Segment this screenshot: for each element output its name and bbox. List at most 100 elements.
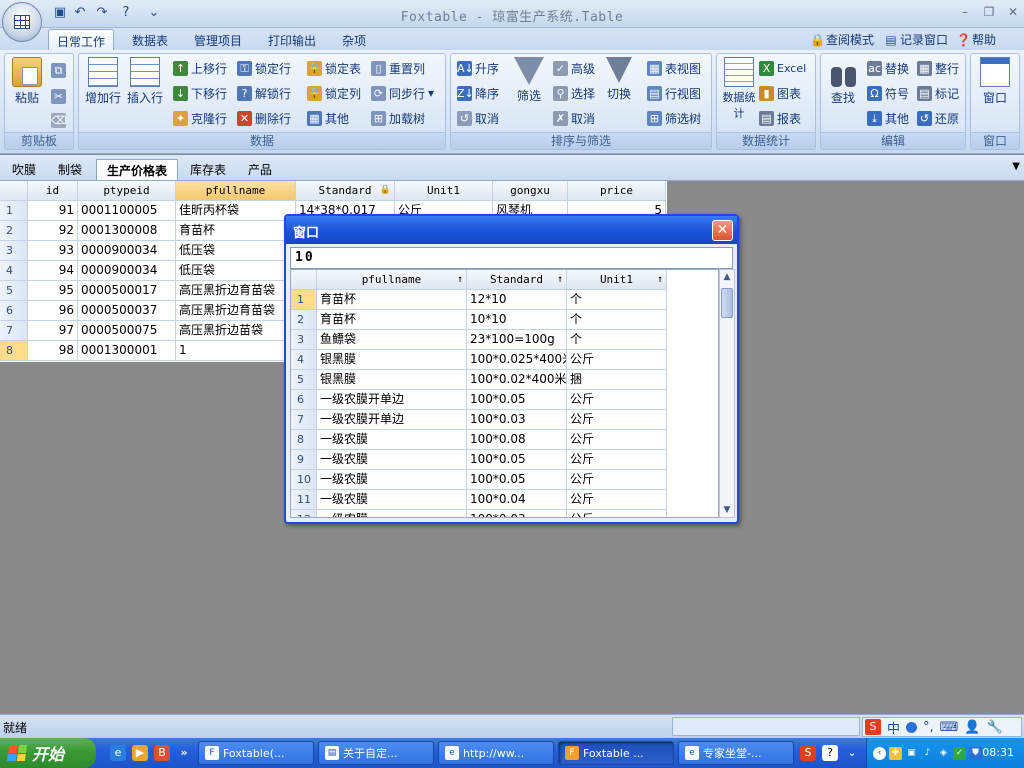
toggle-filter-button[interactable]: 切换	[601, 57, 637, 102]
popup-row-header[interactable]: 10	[291, 470, 317, 490]
other-data-button[interactable]: ▦ 其他	[307, 108, 349, 128]
popup-table-cell[interactable]: 育苗杯	[317, 310, 467, 330]
popup-table-cell[interactable]: 一级农膜	[317, 470, 467, 490]
security-shield-icon[interactable]: ⛊	[969, 746, 982, 760]
table-cell[interactable]: 0000500075	[78, 321, 176, 341]
column-header-price[interactable]: price	[568, 181, 666, 201]
chart-button[interactable]: ▮ 图表	[759, 83, 801, 103]
help-tray-icon[interactable]: ?	[822, 745, 838, 761]
paste-button[interactable]: 粘贴	[9, 57, 45, 106]
popup-search-input[interactable]: 10	[290, 247, 733, 269]
tidy-row-button[interactable]: ▦ 整行	[917, 58, 959, 78]
row-header[interactable]: 6	[0, 301, 28, 321]
select-filter-button[interactable]: ⚲ 选择	[553, 83, 595, 103]
keyboard-icon[interactable]: ⌨	[940, 720, 959, 735]
app-orb-button[interactable]	[2, 2, 42, 42]
popup-row-header[interactable]: 8	[291, 430, 317, 450]
row-header[interactable]: 5	[0, 281, 28, 301]
scroll-down-icon[interactable]: ▼	[720, 503, 734, 517]
row-header[interactable]: 3	[0, 241, 28, 261]
popup-table-cell[interactable]: 100*0.05	[467, 470, 567, 490]
filter-cancel-button[interactable]: ✗ 取消	[553, 108, 595, 128]
mark-button[interactable]: ▤ 标记	[917, 83, 959, 103]
popup-close-button[interactable]: ✕	[712, 220, 733, 241]
tab-data-table[interactable]: 数据表	[124, 29, 176, 50]
popup-row-header[interactable]: 11	[291, 490, 317, 510]
sort-desc-button[interactable]: Z↓ 降序	[457, 83, 499, 103]
filter-tree-button[interactable]: ⊞ 筛选树	[647, 108, 701, 128]
column-header-standard[interactable]: Standard 🔒	[296, 181, 395, 201]
table-cell[interactable]: 1	[176, 341, 296, 361]
restore-button[interactable]: ↺ 还原	[917, 108, 959, 128]
table-tab-bag-making[interactable]: 制袋	[48, 159, 92, 180]
table-cell[interactable]: 97	[28, 321, 78, 341]
symbol-button[interactable]: Ω 符号	[867, 83, 909, 103]
sogou-ime-icon[interactable]: S	[865, 719, 881, 735]
fullwidth-icon[interactable]	[906, 721, 918, 733]
lock-table-button[interactable]: 🔒 锁定表	[307, 58, 361, 78]
popup-table-cell[interactable]: 23*100=100g	[467, 330, 567, 350]
popup-grid-corner[interactable]	[291, 270, 317, 290]
table-cell[interactable]: 98	[28, 341, 78, 361]
popup-row-header[interactable]: 12	[291, 510, 317, 517]
task-foxtable-1[interactable]: F Foxtable(...	[198, 741, 314, 765]
popup-row-header[interactable]: 1	[291, 290, 317, 310]
move-down-button[interactable]: ↓ 下移行	[173, 83, 227, 103]
popup-table-cell[interactable]: 100*0.04	[467, 490, 567, 510]
task-http-browser[interactable]: e http://ww...	[438, 741, 554, 765]
popup-table-cell[interactable]: 个	[567, 330, 667, 350]
table-tab-blown-film[interactable]: 吹膜	[2, 159, 46, 180]
popup-table-cell[interactable]: 捆	[567, 370, 667, 390]
tab-print-output[interactable]: 打印输出	[260, 29, 324, 50]
user-icon[interactable]: 👤	[964, 720, 980, 735]
popup-table-cell[interactable]: 10*10	[467, 310, 567, 330]
popup-table-cell[interactable]: 个	[567, 310, 667, 330]
volume-icon[interactable]: ♪	[921, 747, 934, 760]
popup-table-cell[interactable]: 公斤	[567, 390, 667, 410]
tabs-dropdown-icon[interactable]: ▼	[1012, 161, 1020, 172]
table-cell[interactable]: 低压袋	[176, 261, 296, 281]
lock-column-button[interactable]: 🔒 锁定列	[307, 83, 361, 103]
cut-button[interactable]: ✂	[51, 86, 66, 106]
table-cell[interactable]: 93	[28, 241, 78, 261]
table-cell[interactable]: 0000500037	[78, 301, 176, 321]
table-view-button[interactable]: ▦ 表视图	[647, 58, 701, 78]
data-stats-button[interactable]: 数据统计	[719, 57, 759, 121]
popup-table-cell[interactable]: 100*0.05	[467, 450, 567, 470]
table-cell[interactable]: 94	[28, 261, 78, 281]
excel-button[interactable]: X Excel	[759, 58, 806, 78]
tray-dropdown-icon[interactable]: ⌄	[844, 745, 860, 761]
popup-row-header[interactable]: 2	[291, 310, 317, 330]
row-header[interactable]: 1	[0, 201, 28, 221]
popup-table-cell[interactable]: 一级农膜开单边	[317, 390, 467, 410]
app-quicklaunch-icon[interactable]: B	[154, 745, 170, 761]
unlock-row-button[interactable]: ? 解锁行	[237, 83, 291, 103]
popup-table-cell[interactable]: 100*0.03	[467, 510, 567, 517]
popup-row-header[interactable]: 3	[291, 330, 317, 350]
chinese-mode-icon[interactable]: 中	[887, 718, 900, 737]
sync-row-button[interactable]: ⟳ 同步行 ▾	[371, 83, 434, 103]
popup-table-cell[interactable]: 公斤	[567, 470, 667, 490]
punctuation-icon[interactable]: °,	[923, 720, 934, 735]
row-header[interactable]: 7	[0, 321, 28, 341]
other-edit-button[interactable]: ⤓ 其他	[867, 108, 909, 128]
column-header-unit1[interactable]: Unit1	[395, 181, 493, 201]
window-button[interactable]: 窗口	[975, 57, 1015, 106]
popup-table-cell[interactable]: 一级农膜开单边	[317, 410, 467, 430]
sort-asc-button[interactable]: A↓ 升序	[457, 58, 499, 78]
popup-table-cell[interactable]: 公斤	[567, 430, 667, 450]
table-cell[interactable]: 92	[28, 221, 78, 241]
scroll-thumb[interactable]	[721, 288, 733, 318]
column-header-gongxu[interactable]: gongxu	[493, 181, 568, 201]
close-icon[interactable]: ✕	[1004, 4, 1022, 20]
popup-table-cell[interactable]: 公斤	[567, 490, 667, 510]
replace-button[interactable]: ac 替换	[867, 58, 909, 78]
browse-mode-button[interactable]: 🔒 查阅模式	[810, 31, 874, 48]
table-cell[interactable]: 0001300008	[78, 221, 176, 241]
add-row-button[interactable]: 增加行	[83, 57, 123, 106]
minimize-icon[interactable]: –	[956, 4, 974, 20]
tab-manage-project[interactable]: 管理项目	[186, 29, 250, 50]
popup-column-header-standard[interactable]: Standard ↑	[467, 270, 567, 290]
popup-table-cell[interactable]: 公斤	[567, 350, 667, 370]
table-cell[interactable]: 育苗杯	[176, 221, 296, 241]
